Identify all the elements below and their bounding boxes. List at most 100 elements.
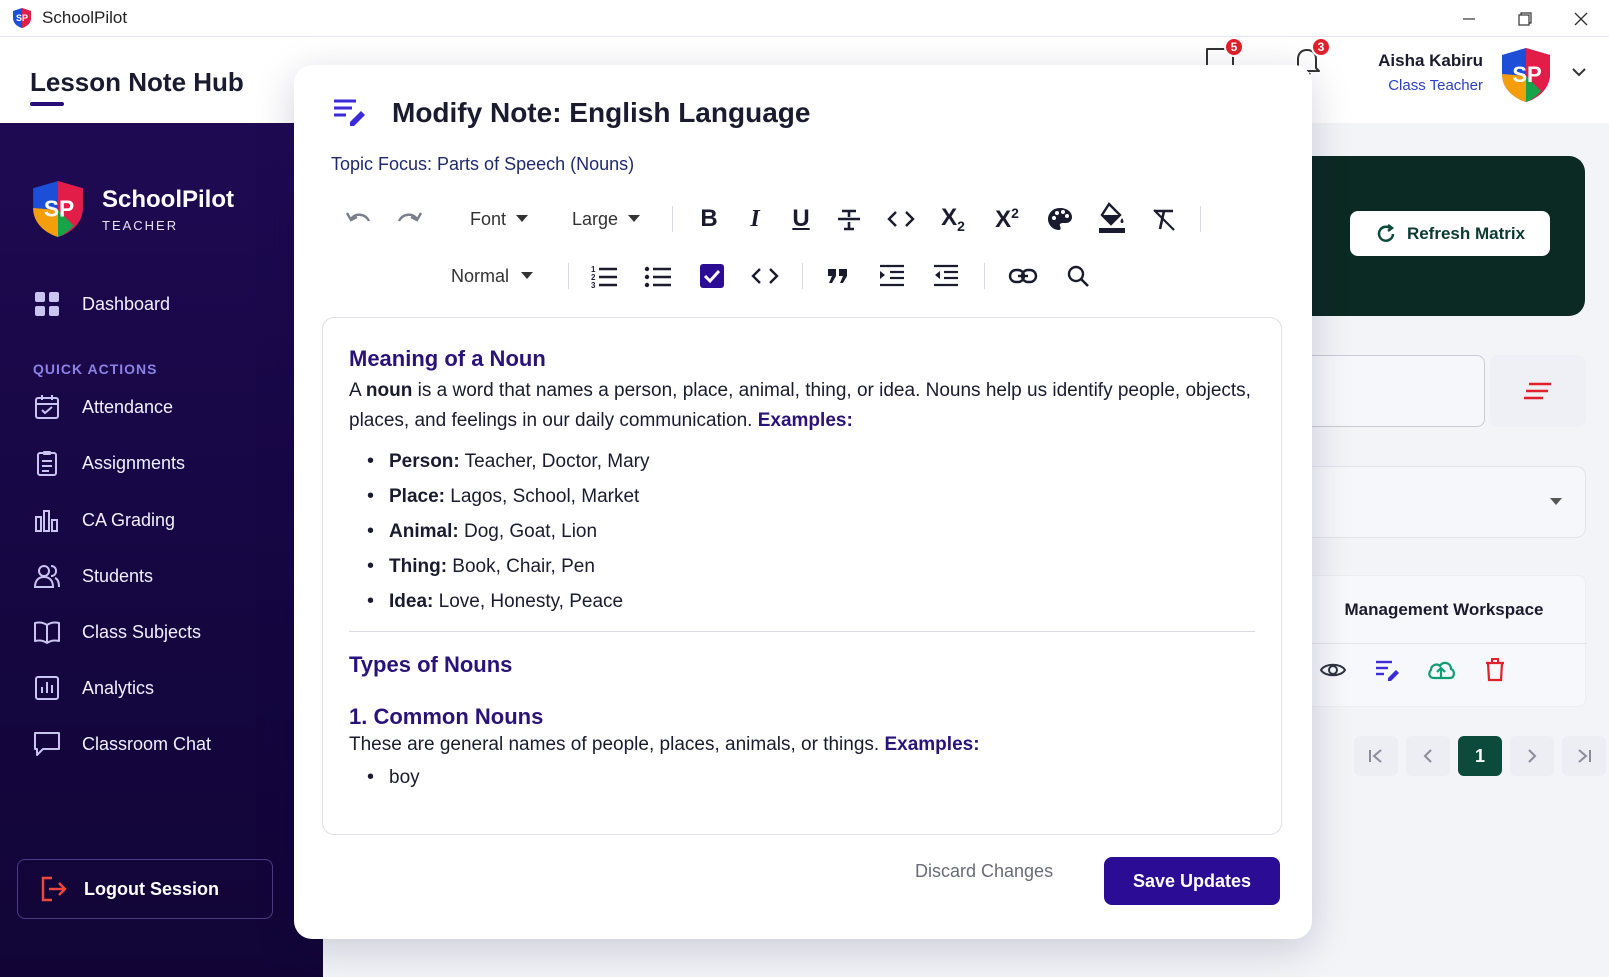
logout-button[interactable]: Logout Session (17, 859, 273, 919)
undo-button[interactable] (342, 204, 374, 234)
insert-link-button[interactable] (1004, 259, 1042, 293)
superscript-button[interactable]: X2 (988, 202, 1026, 236)
filter-icon (1524, 382, 1551, 400)
outdent-icon (934, 264, 958, 287)
svg-text:SP: SP (16, 13, 28, 23)
heading-meaning-of-noun: Meaning of a Noun (349, 346, 546, 371)
sidebar-item-label: Classroom Chat (82, 733, 212, 754)
logout-icon (40, 876, 68, 902)
messages-badge: 5 (1224, 37, 1244, 57)
caret-down-icon (521, 272, 533, 279)
italic-icon: I (750, 205, 760, 232)
rich-text-editor[interactable]: Meaning of a Noun A noun is a word that … (322, 317, 1282, 835)
chevron-down-icon[interactable] (1571, 67, 1587, 77)
heading-common-nouns: 1. Common Nouns (349, 704, 544, 729)
app-logo-icon: SP (13, 8, 31, 28)
sidebar-item-class-subjects[interactable]: Class Subjects (32, 616, 201, 648)
topic-focus: Topic Focus: Parts of Speech (Nouns) (331, 154, 635, 174)
bar-chart-icon (32, 505, 62, 535)
sidebar-item-dashboard[interactable]: Dashboard (32, 288, 170, 320)
italic-button[interactable]: I (738, 202, 772, 236)
refresh-matrix-button[interactable]: Refresh Matrix (1350, 211, 1550, 256)
search-icon (1067, 265, 1089, 287)
chevron-left-icon (1423, 749, 1432, 763)
paragraph-noun-definition: A noun is a word that names a person, pl… (349, 380, 1251, 431)
user-role: Class Teacher (1388, 77, 1483, 94)
sidebar-item-students[interactable]: Students (32, 560, 153, 592)
font-select[interactable]: Font (464, 204, 534, 234)
subscript-button[interactable]: X2 (934, 202, 972, 236)
sidebar-item-label: Students (82, 565, 154, 586)
bullet-list-button[interactable] (640, 259, 676, 293)
last-page-button[interactable] (1562, 736, 1606, 776)
toolbar-divider (1200, 206, 1201, 232)
app-name: SchoolPilot (42, 8, 128, 27)
sidebar-item-label: Attendance (82, 396, 174, 417)
refresh-label: Refresh Matrix (1406, 223, 1526, 243)
block-format-select[interactable]: Normal (444, 261, 540, 291)
blockquote-button[interactable] (820, 259, 856, 293)
edit-note-icon[interactable] (1371, 654, 1403, 686)
paragraph-common-nouns: These are general names of people, place… (349, 734, 980, 755)
quote-icon (828, 269, 847, 283)
svg-text:3: 3 (591, 281, 596, 288)
svg-text:SP: SP (1512, 62, 1541, 87)
close-window-button[interactable] (1553, 0, 1609, 37)
restore-button[interactable] (1497, 0, 1553, 37)
caret-down-icon (628, 215, 641, 222)
checklist-button[interactable] (694, 259, 730, 293)
page-number-button[interactable]: 1 (1458, 736, 1502, 776)
save-updates-button[interactable]: Save Updates (1104, 857, 1280, 905)
code-button[interactable] (882, 202, 920, 236)
close-icon (1574, 12, 1588, 25)
sidebar: SP SchoolPilot TEACHER Dashboard QUICK A… (0, 123, 323, 977)
block-format-value: Normal (450, 265, 509, 286)
sidebar-item-label: CA Grading (82, 509, 176, 530)
outdent-button[interactable] (928, 259, 964, 293)
clipboard-icon (32, 448, 62, 478)
users-icon (32, 561, 62, 591)
code-block-button[interactable] (746, 259, 784, 293)
prev-page-button[interactable] (1406, 736, 1450, 776)
avatar[interactable]: SP (1499, 46, 1553, 104)
sidebar-item-attendance[interactable]: Attendance (32, 391, 173, 423)
list-item: Person: Teacher, Doctor, Mary (349, 444, 1255, 479)
next-page-button[interactable] (1510, 736, 1554, 776)
find-button[interactable] (1060, 259, 1096, 293)
undo-icon (345, 212, 371, 222)
view-icon[interactable] (1317, 654, 1349, 686)
book-open-icon (32, 617, 62, 647)
filter-button[interactable] (1490, 355, 1586, 427)
cloud-upload-icon[interactable] (1425, 654, 1457, 686)
size-select[interactable]: Large (566, 204, 646, 234)
underline-button[interactable]: U (784, 202, 818, 236)
strikethrough-button[interactable] (832, 202, 866, 236)
minimize-button[interactable] (1441, 0, 1497, 37)
sidebar-item-classroom-chat[interactable]: Classroom Chat (32, 728, 211, 760)
bold-icon: B (700, 205, 718, 232)
clear-format-button[interactable] (1146, 202, 1182, 236)
highlight-button[interactable] (1094, 200, 1130, 236)
noun-examples-list: Person: Teacher, Doctor, Mary Place: Lag… (349, 444, 1255, 619)
text-color-button[interactable] (1042, 202, 1078, 236)
class-select[interactable] (1270, 466, 1586, 538)
list-item: Idea: Love, Honesty, Peace (349, 584, 1255, 619)
notes-table: Management Workspace (1270, 575, 1587, 707)
ordered-list-button[interactable]: 123 (586, 259, 622, 293)
delete-icon[interactable] (1479, 654, 1511, 686)
code-icon (751, 268, 779, 284)
indent-icon (880, 264, 904, 287)
first-page-button[interactable] (1354, 736, 1398, 776)
indent-button[interactable] (874, 259, 910, 293)
chat-bubble-icon (32, 729, 62, 759)
sidebar-item-label: Assignments (82, 452, 186, 473)
sidebar-item-label: Class Subjects (82, 621, 202, 642)
sidebar-item-analytics[interactable]: Analytics (32, 672, 154, 704)
discard-changes-button[interactable]: Discard Changes (915, 848, 1053, 894)
toolbar-divider (568, 263, 569, 289)
restore-icon (1518, 11, 1532, 26)
sidebar-item-ca-grading[interactable]: CA Grading (32, 504, 175, 536)
redo-button[interactable] (394, 204, 426, 234)
bold-button[interactable]: B (692, 202, 726, 236)
sidebar-item-assignments[interactable]: Assignments (32, 447, 185, 479)
